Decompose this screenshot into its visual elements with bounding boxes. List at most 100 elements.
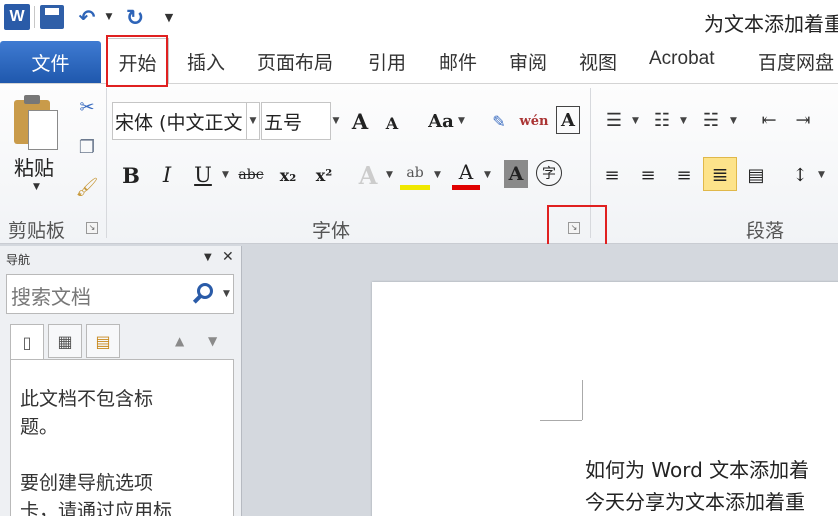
- enclose-characters-button[interactable]: 字: [536, 160, 562, 186]
- quick-access-separator: [34, 6, 35, 28]
- font-dialog-launcher-icon[interactable]: ↘: [568, 222, 580, 234]
- numbering-dropdown-icon[interactable]: ▼: [680, 116, 687, 126]
- search-placeholder: 搜索文档: [11, 285, 91, 309]
- pages-icon: ▦: [57, 331, 73, 351]
- customize-menu-icon[interactable]: ▼: [162, 5, 176, 29]
- decrease-indent-icon[interactable]: ⇤: [756, 106, 782, 134]
- highlight-dropdown-icon[interactable]: ▼: [434, 170, 441, 180]
- headings-icon: ▯: [22, 333, 32, 352]
- distributed-icon[interactable]: ▤: [742, 160, 770, 190]
- shrink-font-button[interactable]: A: [382, 110, 402, 136]
- margin-mark: [540, 420, 582, 421]
- redo-icon[interactable]: ↻: [122, 5, 148, 31]
- tab-page-layout[interactable]: 页面布局: [257, 48, 333, 75]
- undo-icon[interactable]: ↶: [76, 5, 98, 29]
- font-size-combo[interactable]: 五号: [261, 102, 331, 140]
- paragraph-group-label: 段落: [746, 220, 785, 242]
- tab-review[interactable]: 审阅: [509, 48, 547, 75]
- multilevel-list-icon[interactable]: ☵: [696, 106, 726, 134]
- align-left-icon[interactable]: ≡: [598, 160, 626, 190]
- ribbon-tabs: 文件 开始 插入 页面布局 引用 邮件 审阅 视图 Acrobat 百度网盘: [0, 38, 838, 85]
- line-spacing-icon[interactable]: ↕: [786, 160, 814, 190]
- nav-message-line: 此文档不包含标: [20, 388, 154, 410]
- navigation-pane: 导航 ▼ ✕ 搜索文档 ▼ ▯ ▦ ▤ ▲ ▼ 此文档不包含标 题。 要创建导航…: [0, 246, 242, 516]
- highlight-button[interactable]: ab: [400, 160, 430, 190]
- increase-indent-icon[interactable]: ⇥: [790, 106, 816, 134]
- title-bar: W ↶ ▼ ↻ ▼ 为文本添加着重: [0, 0, 838, 38]
- nav-message-line: 卡，请通过应用标: [20, 500, 173, 516]
- tab-home[interactable]: 开始: [106, 38, 169, 85]
- underline-dropdown-icon[interactable]: ▼: [222, 170, 229, 180]
- justify-icon[interactable]: ≣: [703, 157, 737, 191]
- margin-mark: [582, 380, 583, 420]
- nav-options-dropdown-icon[interactable]: ▼: [204, 252, 212, 263]
- word-logo-icon[interactable]: W: [4, 4, 30, 30]
- align-center-icon[interactable]: ≡: [634, 160, 662, 190]
- undo-dropdown-icon[interactable]: ▼: [104, 5, 114, 29]
- text-effect-dropdown-icon[interactable]: ▼: [386, 170, 393, 180]
- tab-mailings[interactable]: 邮件: [439, 48, 477, 75]
- bullets-dropdown-icon[interactable]: ▼: [632, 116, 639, 126]
- multilevel-list-dropdown-icon[interactable]: ▼: [730, 116, 737, 126]
- copy-icon[interactable]: ❐: [76, 136, 98, 158]
- next-icon[interactable]: ▼: [208, 334, 217, 348]
- text-effect-button[interactable]: A: [354, 160, 382, 190]
- bullets-icon[interactable]: ☰: [600, 106, 628, 134]
- line-spacing-dropdown-icon[interactable]: ▼: [818, 170, 825, 180]
- strikethrough-button[interactable]: abc: [236, 160, 266, 190]
- tab-results[interactable]: ▤: [86, 324, 120, 358]
- font-name-dropdown-icon[interactable]: ▼: [246, 102, 260, 140]
- change-case-dropdown-icon[interactable]: ▼: [458, 116, 465, 126]
- subscript-button[interactable]: x₂: [274, 160, 302, 190]
- nav-message-line: 要创建导航选项: [20, 472, 154, 494]
- close-icon[interactable]: ✕: [222, 249, 234, 265]
- ribbon: 粘贴 ▼ ✂ ❐ 🖌 剪贴板 ↘ 宋体 (中文正文 ▼ 五号 ▼ A A Aa …: [0, 84, 838, 244]
- group-separator: [590, 88, 591, 238]
- bold-button[interactable]: B: [118, 160, 144, 190]
- font-size-dropdown-icon[interactable]: ▼: [329, 102, 343, 140]
- character-shading-button[interactable]: A: [504, 160, 528, 188]
- change-case-button[interactable]: Aa: [426, 106, 456, 136]
- previous-icon[interactable]: ▲: [175, 334, 184, 348]
- phonetic-guide-button[interactable]: wén: [520, 104, 549, 138]
- nav-title: 导航: [6, 253, 31, 267]
- underline-button[interactable]: U: [190, 160, 216, 190]
- tab-view[interactable]: 视图: [579, 48, 617, 75]
- tab-headings[interactable]: ▯: [10, 324, 44, 360]
- tab-baidu-netdisk[interactable]: 百度网盘: [758, 48, 834, 75]
- search-dropdown-icon[interactable]: ▼: [223, 289, 230, 299]
- search-icon[interactable]: [192, 283, 215, 305]
- tab-references[interactable]: 引用: [368, 48, 406, 75]
- format-painter-icon[interactable]: 🖌: [76, 176, 99, 198]
- tab-pages[interactable]: ▦: [48, 324, 82, 358]
- font-color-button[interactable]: A: [452, 158, 480, 190]
- paste-button[interactable]: [14, 92, 64, 152]
- window-title: 为文本添加着重: [704, 12, 838, 36]
- superscript-button[interactable]: x²: [310, 160, 338, 190]
- search-input[interactable]: 搜索文档 ▼: [6, 274, 234, 314]
- cut-icon[interactable]: ✂: [76, 96, 98, 118]
- nav-header: 导航 ▼ ✕: [0, 246, 242, 272]
- save-icon[interactable]: [40, 5, 64, 29]
- results-icon: ▤: [95, 331, 111, 351]
- tab-insert[interactable]: 插入: [187, 48, 225, 75]
- character-border-button[interactable]: A: [556, 106, 580, 134]
- clear-format-icon[interactable]: ✎: [484, 106, 514, 136]
- numbering-icon[interactable]: ☷: [648, 106, 676, 134]
- paste-dropdown-icon[interactable]: ▼: [33, 182, 40, 192]
- document-text-line[interactable]: 今天分享为文本添加着重: [585, 486, 805, 515]
- paste-label[interactable]: 粘贴: [14, 152, 54, 181]
- document-text-line[interactable]: 如何为 Word 文本添加着: [585, 454, 809, 483]
- search-handle: [192, 294, 203, 304]
- font-color-dropdown-icon[interactable]: ▼: [484, 170, 491, 180]
- nav-message-line: 题。: [20, 416, 59, 438]
- clipboard-launcher-icon[interactable]: ↘: [86, 222, 98, 234]
- group-separator: [106, 88, 107, 238]
- align-right-icon[interactable]: ≡: [670, 160, 698, 190]
- tab-file[interactable]: 文件: [0, 41, 101, 83]
- grow-font-button[interactable]: A: [348, 106, 372, 136]
- font-name-combo[interactable]: 宋体 (中文正文: [112, 102, 248, 140]
- tab-acrobat[interactable]: Acrobat: [649, 48, 714, 70]
- italic-button[interactable]: I: [154, 160, 180, 190]
- paste-sheet-icon: [28, 110, 58, 150]
